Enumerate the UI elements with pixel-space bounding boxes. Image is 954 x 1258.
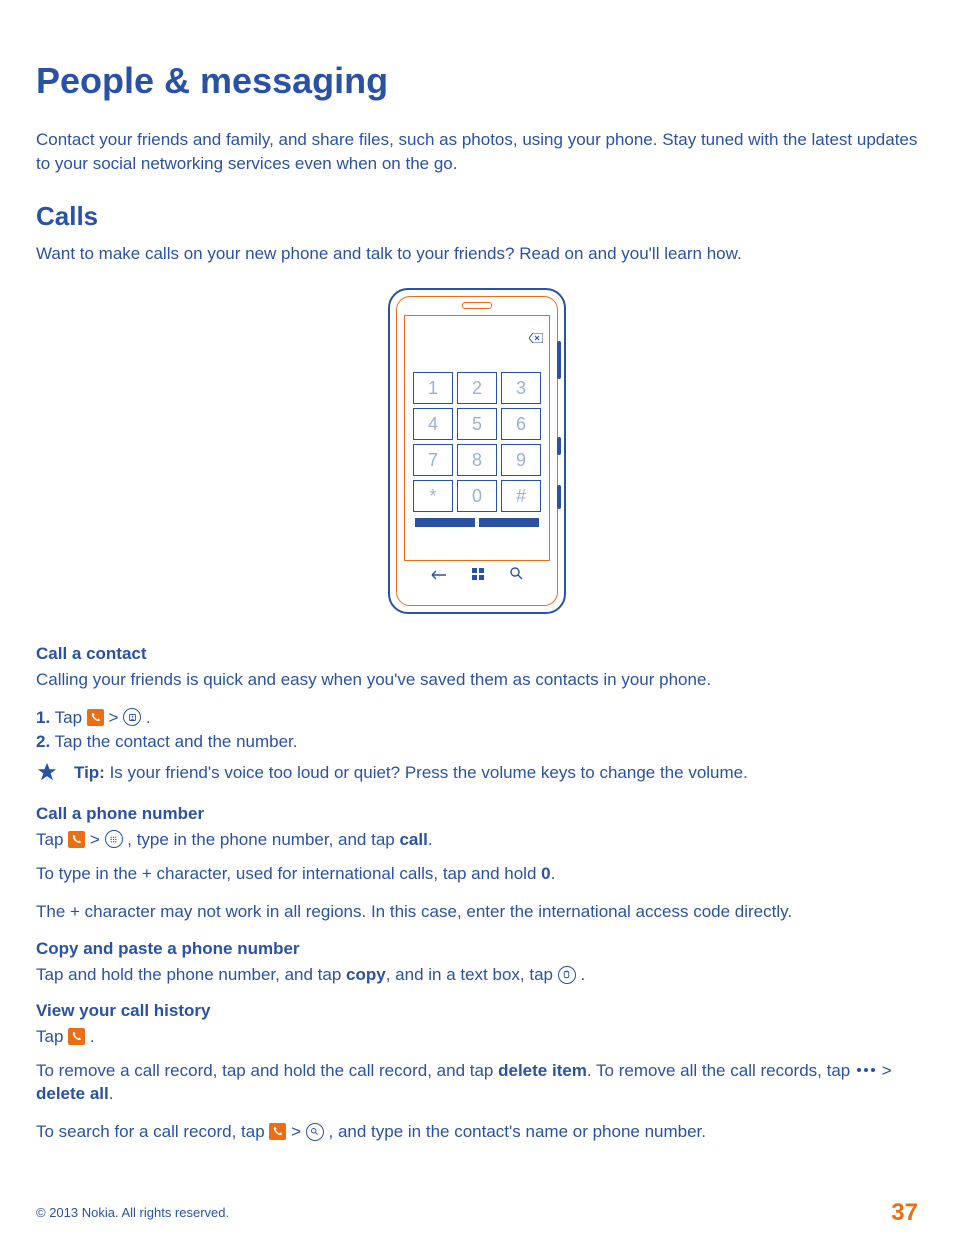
keypad: 1 2 3 4 5 6 7 8 9 * 0 # <box>405 372 549 518</box>
paste-icon <box>558 966 576 984</box>
more-icon <box>857 1068 875 1072</box>
copy-paste-title: Copy and paste a phone number <box>36 937 918 961</box>
call-buttons-bar <box>405 518 549 531</box>
section-calls-title: Calls <box>36 198 918 234</box>
call-number-line3: The + character may not work in all regi… <box>36 900 918 924</box>
windows-icon <box>472 563 484 587</box>
dialpad-icon <box>105 830 123 848</box>
key-star: * <box>413 480 453 512</box>
key-5: 5 <box>457 408 497 440</box>
history-line3: To search for a call record, tap > , and… <box>36 1120 918 1144</box>
phone-tile-icon <box>68 1028 85 1045</box>
intro-paragraph: Contact your friends and family, and sha… <box>36 128 918 176</box>
call-number-title: Call a phone number <box>36 802 918 826</box>
contacts-icon <box>123 708 141 726</box>
key-hash: # <box>501 480 541 512</box>
search-icon <box>509 563 523 587</box>
section-calls-intro: Want to make calls on your new phone and… <box>36 242 918 266</box>
key-9: 9 <box>501 444 541 476</box>
key-0: 0 <box>457 480 497 512</box>
search-icon <box>306 1123 324 1141</box>
phone-illustration: 1 2 3 4 5 6 7 8 9 * 0 # <box>388 288 566 614</box>
history-line2: To remove a call record, tap and hold th… <box>36 1059 918 1107</box>
backspace-icon <box>529 326 543 350</box>
phone-tile-icon <box>68 831 85 848</box>
tip: Tip: Is your friend's voice too loud or … <box>36 761 918 790</box>
key-1: 1 <box>413 372 453 404</box>
page-number: 37 <box>891 1196 918 1230</box>
key-3: 3 <box>501 372 541 404</box>
star-icon <box>36 761 58 790</box>
key-8: 8 <box>457 444 497 476</box>
call-number-line1: Tap > , type in the phone number, and ta… <box>36 828 918 852</box>
key-7: 7 <box>413 444 453 476</box>
nav-row <box>397 561 557 589</box>
call-contact-title: Call a contact <box>36 642 918 666</box>
key-6: 6 <box>501 408 541 440</box>
key-2: 2 <box>457 372 497 404</box>
call-contact-intro: Calling your friends is quick and easy w… <box>36 668 918 692</box>
phone-tile-icon <box>269 1123 286 1140</box>
call-number-line2: To type in the + character, used for int… <box>36 862 918 886</box>
step-2: 2. Tap the contact and the number. <box>36 730 918 754</box>
footer: © 2013 Nokia. All rights reserved. 37 <box>36 1196 918 1230</box>
history-line1: Tap . <box>36 1025 918 1049</box>
history-title: View your call history <box>36 999 918 1023</box>
copy-paste-line: Tap and hold the phone number, and tap c… <box>36 963 918 987</box>
back-arrow-icon <box>431 563 447 587</box>
key-4: 4 <box>413 408 453 440</box>
copyright: © 2013 Nokia. All rights reserved. <box>36 1204 229 1222</box>
phone-tile-icon <box>87 709 104 726</box>
step-1: 1. Tap > . <box>36 706 918 730</box>
page-heading: People & messaging <box>36 56 918 106</box>
